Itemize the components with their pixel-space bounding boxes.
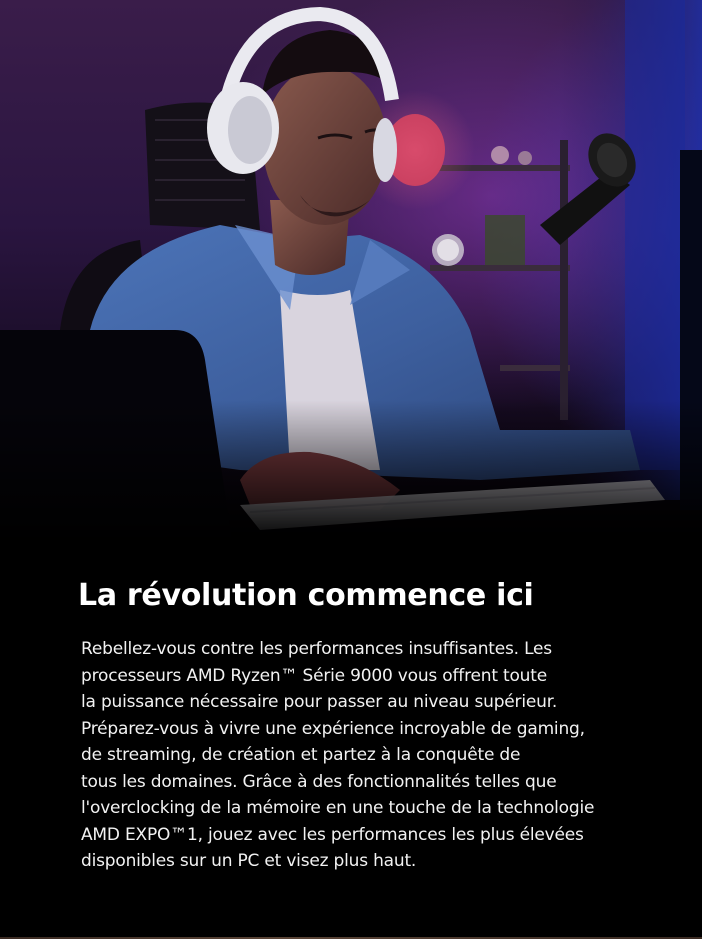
body-line: Rebellez-vous contre les performances in… [81,639,552,659]
body-copy: Rebellez-vous contre les performances in… [81,636,651,875]
headline: La révolution commence ici [78,578,534,613]
hero-fade [0,400,702,560]
body-line: tous les domaines. Grâce à des fonctionn… [81,771,557,792]
page: La révolution commence ici Rebellez-vous… [0,0,702,939]
body-line: AMD EXPO™1, jouez avec les performances … [81,824,584,845]
body-line: l'overclocking de la mémoire en une touc… [81,798,595,818]
body-line: disponibles sur un PC et visez plus haut… [81,851,417,871]
body-line: Préparez-vous à vivre une expérience inc… [81,718,585,739]
body-line: processeurs AMD Ryzen™ Série 9000 vous o… [81,665,547,686]
body-line: de streaming, de création et partez à la… [81,745,521,765]
body-line: la puissance nécessaire pour passer au n… [81,692,558,712]
hero-photo [0,0,702,560]
